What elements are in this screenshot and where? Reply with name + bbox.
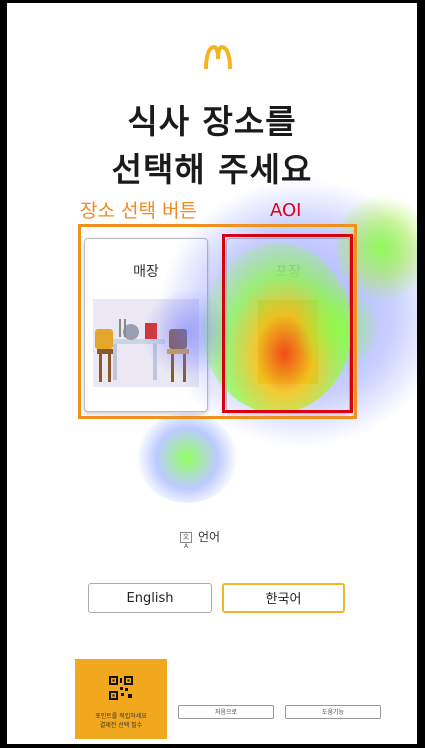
place-button-annotation-label: 장소 선택 버튼 [80, 200, 197, 222]
language-icon: 文A [180, 532, 192, 550]
mcdonalds-logo [204, 45, 232, 70]
english-button[interactable]: English [88, 583, 212, 613]
korean-button[interactable]: 한국어 [222, 583, 345, 613]
page-title-line2: 선택해 주세요 [111, 150, 313, 189]
page-title-line1: 식사 장소를 [127, 102, 297, 141]
qr-code-icon [109, 676, 133, 700]
help-button[interactable]: 도움기능 [285, 705, 381, 719]
language-label: 언어 [198, 530, 221, 544]
heatmap-blob [137, 413, 237, 503]
kiosk-screen: 식사 장소를 선택해 주세요 매장 포장 장소 선택 버튼 AOI 文A언어 E… [7, 3, 417, 744]
home-button[interactable]: 처음으로 [178, 705, 274, 719]
aoi-annotation-label: AOI [270, 200, 302, 221]
language-label-row: 文A 언어 [180, 528, 221, 550]
points-qr-panel[interactable]: 포인트를 적립하세요 결제전 선택 필수 [75, 659, 167, 739]
points-text-line1: 포인트를 적립하세요 [95, 713, 147, 720]
points-text-line2: 결제전 선택 필수 [99, 722, 143, 729]
aoi-annotation-box [222, 234, 353, 413]
